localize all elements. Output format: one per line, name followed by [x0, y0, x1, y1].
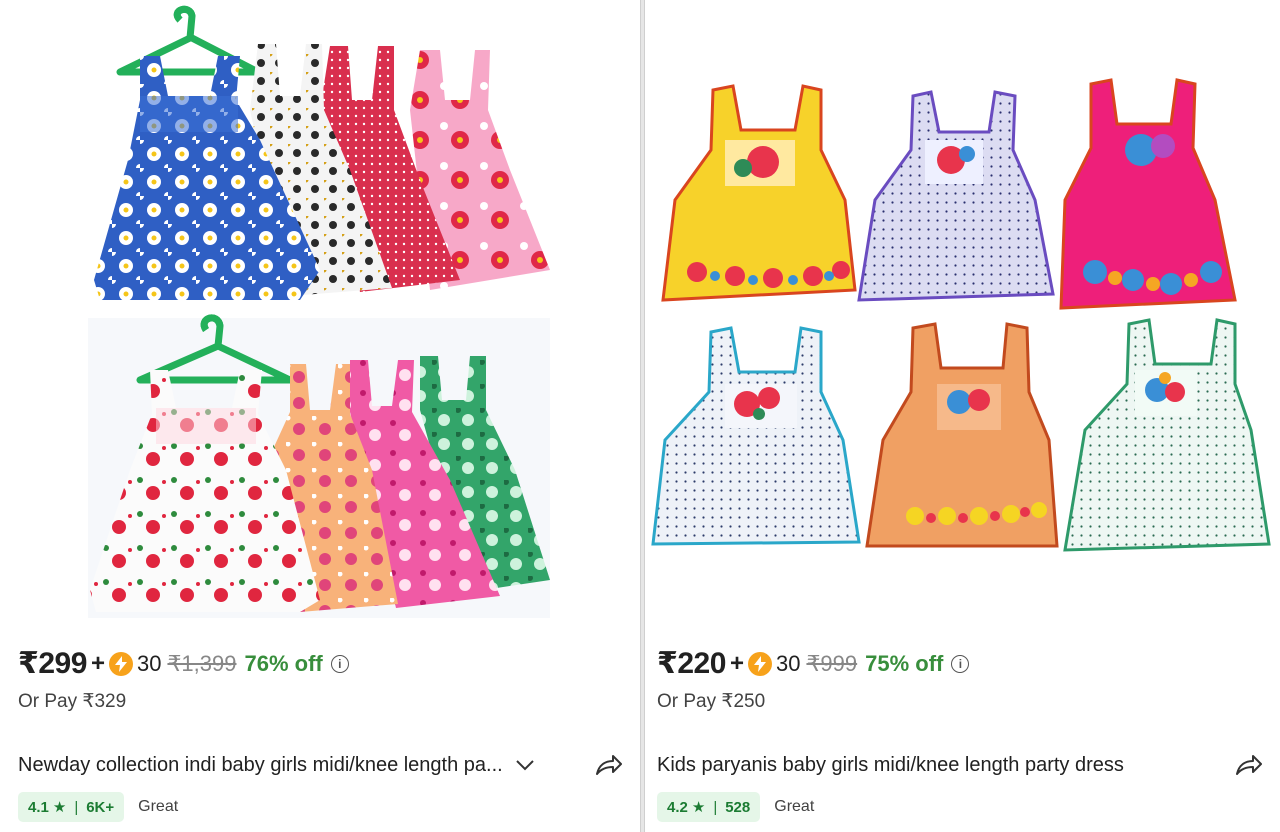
coin-amount: 30: [775, 650, 801, 676]
plus-sign: +: [729, 649, 744, 677]
rating-separator: |: [74, 798, 79, 816]
product-card-2[interactable]: ₹220 + 30 ₹999 75% off i Or Pay ₹250 Kid…: [645, 0, 1280, 832]
lightning-coin-icon: [108, 651, 133, 676]
price-row: ₹220 + 30 ₹999 75% off i: [657, 646, 970, 681]
info-icon[interactable]: i: [330, 654, 349, 673]
review-count: 6K+: [86, 798, 115, 816]
lightning-coin-icon: [747, 651, 772, 676]
title-row: Kids paryanis baby girls midi/knee lengt…: [657, 750, 1266, 780]
coin-amount: 30: [136, 650, 162, 676]
product-image[interactable]: [0, 0, 640, 630]
or-pay-price: Or Pay ₹250: [657, 691, 766, 712]
or-pay-price: Or Pay ₹329: [18, 691, 127, 712]
title-row: Newday collection indi baby girls midi/k…: [18, 750, 626, 780]
star-icon: ★: [52, 799, 67, 816]
product-card-1[interactable]: ₹299 + 30 ₹1,399 76% off i Or Pay ₹329 N…: [0, 0, 640, 832]
star-icon: ★: [691, 799, 706, 816]
rating-badge[interactable]: 4.1 ★ | 6K+: [18, 792, 125, 822]
info-icon[interactable]: i: [951, 654, 970, 673]
original-price: ₹999: [806, 650, 858, 676]
product-image[interactable]: [645, 0, 1280, 630]
original-price: ₹1,399: [167, 650, 237, 676]
chevron-down-icon[interactable]: [515, 754, 537, 776]
review-count: 528: [725, 798, 751, 816]
discount-percent: 76% off: [244, 650, 323, 676]
share-icon[interactable]: [1232, 750, 1266, 780]
price-row: ₹299 + 30 ₹1,399 76% off i: [18, 646, 349, 681]
product-title[interactable]: Kids paryanis baby girls midi/knee lengt…: [657, 754, 1124, 777]
rating-value: 4.2: [667, 798, 688, 816]
rating-quality: Great: [138, 798, 179, 815]
share-icon[interactable]: [592, 750, 626, 780]
discount-percent: 75% off: [865, 650, 944, 676]
rating-badge[interactable]: 4.2 ★ | 528: [657, 792, 761, 822]
rating-row: 4.2 ★ | 528 Great: [657, 792, 814, 822]
rating-value: 4.1: [28, 798, 49, 816]
rating-row: 4.1 ★ | 6K+ Great: [18, 792, 178, 822]
selling-price: ₹299: [18, 647, 87, 680]
rating-quality: Great: [774, 798, 815, 815]
rating-separator: |: [713, 798, 718, 816]
plus-sign: +: [90, 649, 105, 677]
selling-price: ₹220: [657, 647, 726, 680]
product-title[interactable]: Newday collection indi baby girls midi/k…: [18, 754, 503, 777]
